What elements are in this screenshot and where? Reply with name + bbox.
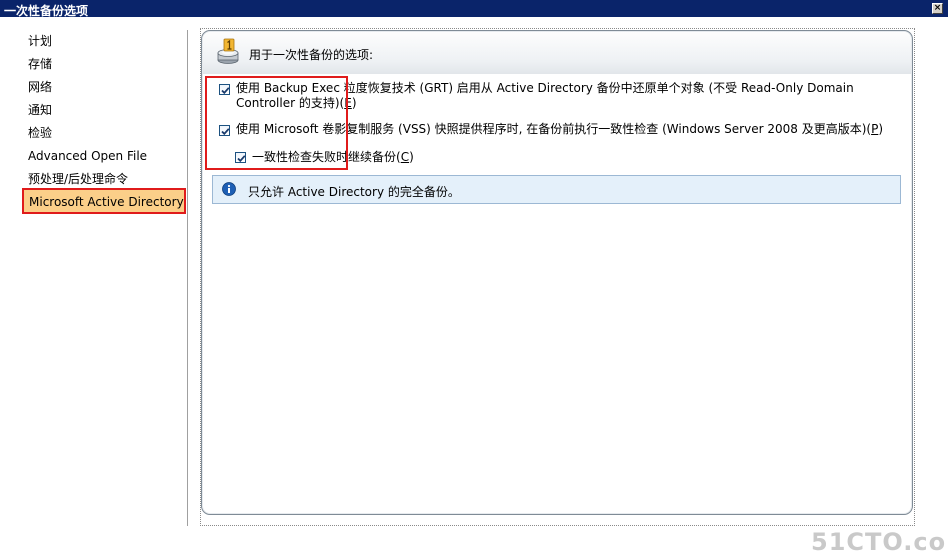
nav-item-pre-post-commands[interactable]: 预处理/后处理命令	[28, 169, 128, 189]
nav-item-schedule[interactable]: 计划	[28, 31, 52, 51]
nav-item-storage[interactable]: 存储	[28, 54, 52, 74]
grt-option-suffix: )	[351, 96, 357, 110]
continue-on-failure-suffix: )	[409, 150, 414, 164]
info-icon	[222, 182, 236, 196]
annotation-highlight-box	[205, 76, 348, 170]
panel-title: 用于一次性备份的选项:	[249, 48, 374, 62]
one-time-backup-icon	[217, 38, 239, 64]
nav-item-advanced-open-file[interactable]: Advanced Open File	[28, 146, 147, 166]
nav-item-network[interactable]: 网络	[28, 77, 52, 97]
nav-item-notification[interactable]: 通知	[28, 100, 52, 120]
nav-item-active-directory[interactable]: Microsoft Active Directory	[22, 188, 186, 214]
continue-on-failure-mnemonic: C	[400, 150, 410, 164]
watermark-text: 51CTO.com	[811, 528, 948, 556]
info-message: 只允许 Active Directory 的完全备份。	[248, 185, 460, 199]
close-icon[interactable]: ×	[932, 3, 943, 14]
nav-item-verify[interactable]: 检验	[28, 123, 52, 143]
window-title: 一次性备份选项	[4, 4, 89, 18]
nav-divider	[187, 30, 188, 526]
title-bar: 一次性备份选项 ×	[0, 0, 948, 18]
vss-consistency-suffix: )	[878, 122, 884, 136]
